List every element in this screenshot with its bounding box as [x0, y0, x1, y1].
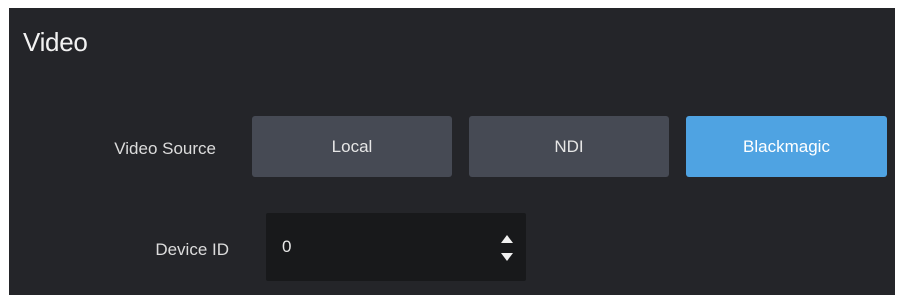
- video-source-blackmagic-button[interactable]: Blackmagic: [686, 116, 887, 177]
- video-source-ndi-button[interactable]: NDI: [469, 116, 669, 177]
- video-source-label: Video Source: [114, 139, 216, 158]
- triangle-down-icon[interactable]: [500, 251, 514, 263]
- section-title: Video: [23, 27, 88, 57]
- triangle-up-icon[interactable]: [500, 233, 514, 245]
- device-id-stepper: [266, 213, 526, 281]
- video-source-local-button[interactable]: Local: [252, 116, 452, 177]
- video-settings-panel: Video Video Source Local NDI Blackmagic …: [9, 8, 895, 295]
- device-id-label: Device ID: [155, 240, 229, 259]
- device-id-input[interactable]: [282, 213, 482, 281]
